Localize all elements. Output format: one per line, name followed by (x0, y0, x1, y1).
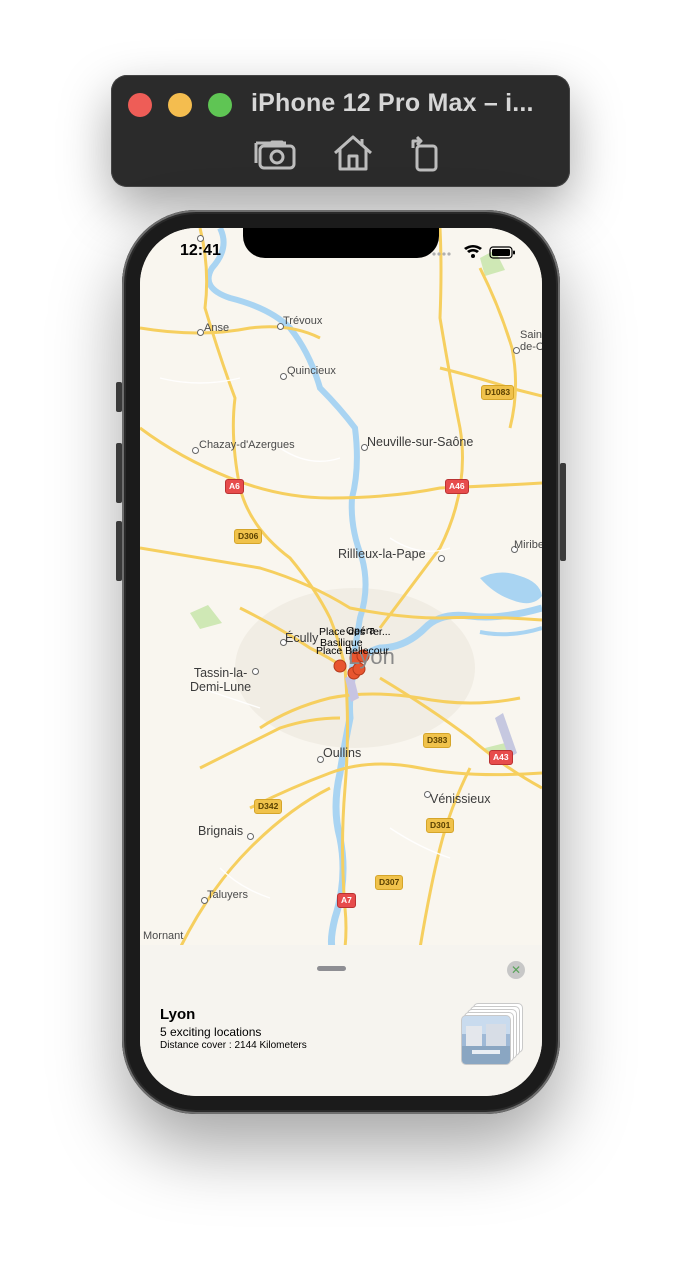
road-a6: A6 (225, 479, 244, 494)
place-trevoux: Trévoux (283, 315, 323, 327)
volume-down-button[interactable] (116, 521, 122, 581)
road-d301: D301 (426, 818, 455, 833)
place-anse: Anse (204, 322, 230, 334)
place-ecully: Écully (285, 631, 319, 645)
cellular-signal-icon (432, 252, 451, 256)
home-icon[interactable] (330, 133, 376, 173)
sheet-title: Lyon (160, 1006, 196, 1023)
place-miribel: Miribel (514, 539, 542, 551)
battery-icon (489, 246, 515, 259)
sheet-distance: Distance cover : 2144 Kilometers (160, 1040, 307, 1051)
place-rillieux: Rillieux-la-Pape (338, 547, 426, 561)
volume-up-button[interactable] (116, 443, 122, 503)
poi-label-opera[interactable]: Opéra (346, 625, 375, 637)
photo-stack[interactable] (460, 1003, 524, 1067)
place-oullins: Oullins (323, 746, 362, 760)
sheet-subtitle: 5 exciting locations (160, 1025, 262, 1039)
location-photo (461, 1015, 511, 1065)
road-d307: D307 (375, 875, 404, 890)
zoom-window-button[interactable] (208, 93, 232, 117)
road-a7: A7 (337, 893, 356, 908)
road-a46: A46 (445, 479, 469, 494)
map-view[interactable]: Anse Trévoux Quincieux Chazay-d'Azergues… (140, 228, 542, 948)
road-d306: D306 (234, 529, 263, 544)
road-a43: A43 (489, 750, 513, 765)
place-quincieux: Quincieux (287, 365, 336, 377)
status-time: 12:41 (180, 242, 221, 259)
place-chazay: Chazay-d'Azergues (199, 439, 295, 451)
close-window-button[interactable] (128, 93, 152, 117)
simulator-toolbar: iPhone 12 Pro Max – i... (111, 75, 570, 187)
poi-label-place-bellecour[interactable]: Place Bellecour (316, 645, 389, 657)
power-button[interactable] (560, 463, 566, 561)
place-mornant: Mornant (143, 930, 184, 942)
sheet-grabber[interactable] (317, 966, 346, 971)
place-brignais: Brignais (198, 824, 244, 838)
notch (243, 228, 439, 258)
silent-switch[interactable] (116, 382, 122, 412)
close-icon[interactable]: ✕ (507, 961, 525, 979)
screenshot-icon[interactable] (252, 133, 298, 173)
road-d383: D383 (423, 733, 452, 748)
place-tassin: Tassin-la- Demi-Lune (190, 666, 252, 694)
phone-screen: Anse Trévoux Quincieux Chazay-d'Azergues… (140, 228, 542, 1096)
status-icons (428, 244, 518, 260)
place-venissieux: Vénissieux (430, 792, 491, 806)
road-d342: D342 (254, 799, 283, 814)
place-neuville: Neuville-sur-Saône (367, 435, 474, 449)
rotate-icon[interactable] (403, 133, 449, 173)
location-sheet: ✕ Lyon 5 exciting locations Distance cov… (140, 945, 542, 1096)
place-taluyers: Taluyers (207, 889, 248, 901)
road-d1083: D1083 (481, 385, 515, 400)
minimize-window-button[interactable] (168, 93, 192, 117)
wifi-icon (464, 245, 482, 258)
simulator-title: iPhone 12 Pro Max – i... (251, 89, 534, 117)
place-saint-de: Saint- de-C (520, 329, 542, 353)
